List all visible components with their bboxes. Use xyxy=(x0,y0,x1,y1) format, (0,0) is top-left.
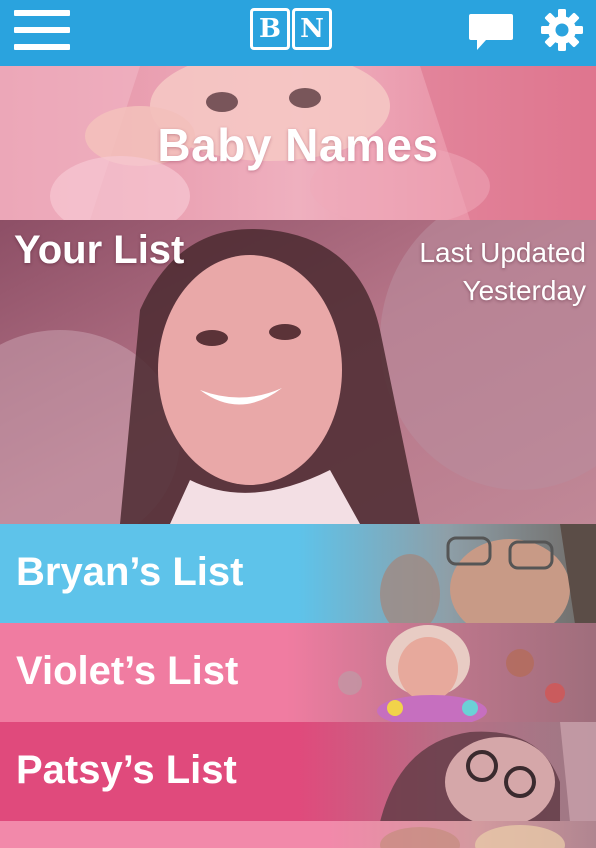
your-list-card[interactable]: Your List Last Updated Yesterday xyxy=(0,220,596,524)
gear-icon[interactable] xyxy=(540,8,584,52)
hamburger-menu-icon[interactable] xyxy=(14,10,70,50)
top-bar: B N xyxy=(0,0,596,66)
friend-list-violet[interactable]: Violet’s List xyxy=(0,623,596,723)
menu-line xyxy=(14,27,70,33)
friend-list-patsy[interactable]: Patsy’s List xyxy=(0,722,596,822)
partial-row-photo xyxy=(0,821,596,848)
last-updated: Last Updated Yesterday xyxy=(419,234,586,310)
friend-list-partial[interactable] xyxy=(0,821,596,848)
menu-line xyxy=(14,10,70,16)
friend-list-label: Bryan’s List xyxy=(16,550,244,594)
app-screen: B N Baby Names Your List Last Updated Ye… xyxy=(0,0,596,848)
your-list-title: Your List xyxy=(14,228,185,272)
chat-bubble-icon[interactable] xyxy=(468,12,514,52)
friend-list-bryan[interactable]: Bryan’s List xyxy=(0,524,596,624)
logo-block-b: B xyxy=(250,8,290,50)
app-logo[interactable]: B N xyxy=(250,8,332,50)
friend-list-label: Violet’s List xyxy=(16,649,239,693)
menu-line xyxy=(14,44,70,50)
last-updated-label: Last Updated xyxy=(419,237,586,268)
friend-list-label: Patsy’s List xyxy=(16,748,237,792)
app-title: Baby Names xyxy=(157,119,439,171)
last-updated-value: Yesterday xyxy=(462,275,587,306)
logo-block-n: N xyxy=(292,8,332,50)
hero-banner[interactable]: Baby Names xyxy=(0,66,596,220)
